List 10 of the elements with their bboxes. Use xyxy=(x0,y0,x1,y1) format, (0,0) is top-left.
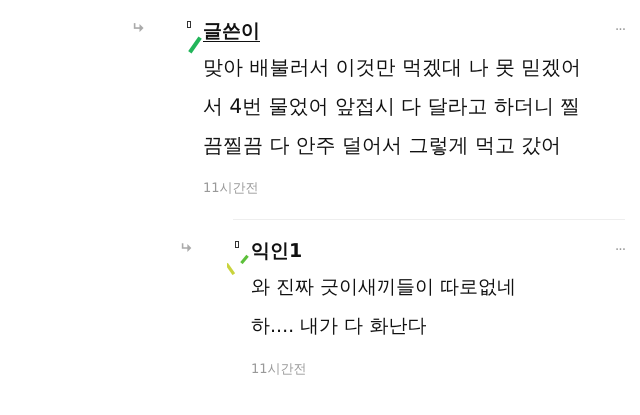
image-placeholder-icon xyxy=(187,21,191,28)
author-name[interactable]: 글쓴이 xyxy=(203,18,260,44)
reply-arrow-icon xyxy=(181,242,192,254)
reply-arrow-icon xyxy=(133,22,144,34)
comment-text: 와 진짜 긋이새끼들이 따로없네 하.... 내가 다 화난다 xyxy=(251,275,518,339)
comment-time: 11시간전 xyxy=(251,361,307,378)
comment-text: 맞아 배불러서 이것만 먹겠대 나 못 믿겠어 서 4번 물었어 앞접시 다 달라고 하더니 찔 끔찔끔 다 안주 덜어서 그렇게 먹고 갔어 xyxy=(203,54,582,159)
image-placeholder-icon xyxy=(235,241,239,248)
comment-time: 11시간전 xyxy=(203,180,259,197)
author-name[interactable]: 익인1 xyxy=(251,238,302,264)
